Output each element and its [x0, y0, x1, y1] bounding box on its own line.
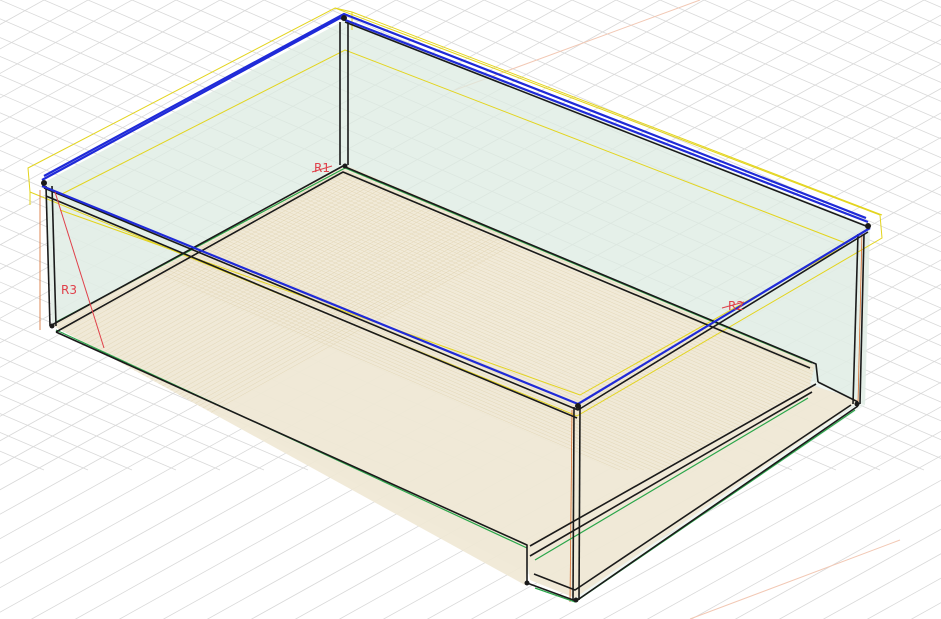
hatch-line	[872, 0, 941, 470]
r1-label: R1	[314, 161, 330, 175]
corner-node	[854, 401, 860, 407]
corner-node	[41, 180, 47, 186]
hatch-line	[912, 0, 941, 470]
corner-node	[341, 15, 347, 21]
corner-node	[524, 580, 530, 586]
3d-viewport[interactable]: R1 R2 R3	[0, 0, 941, 619]
r3-label: R3	[61, 283, 77, 297]
corner-node	[573, 597, 579, 603]
grid-line	[910, 602, 941, 619]
grid-line	[923, 0, 941, 8]
corner-node	[49, 323, 55, 329]
hatch-line	[0, 0, 16, 619]
model-canvas[interactable]: R1 R2 R3	[0, 0, 941, 619]
hatch-line	[936, 0, 941, 470]
r2-label: R2	[728, 299, 744, 313]
corner-node	[865, 223, 871, 229]
hatch-line	[920, 0, 941, 470]
hatch-line	[0, 0, 8, 619]
corner-node	[575, 403, 581, 409]
corner-node	[342, 163, 348, 169]
hatch-line	[888, 0, 941, 470]
